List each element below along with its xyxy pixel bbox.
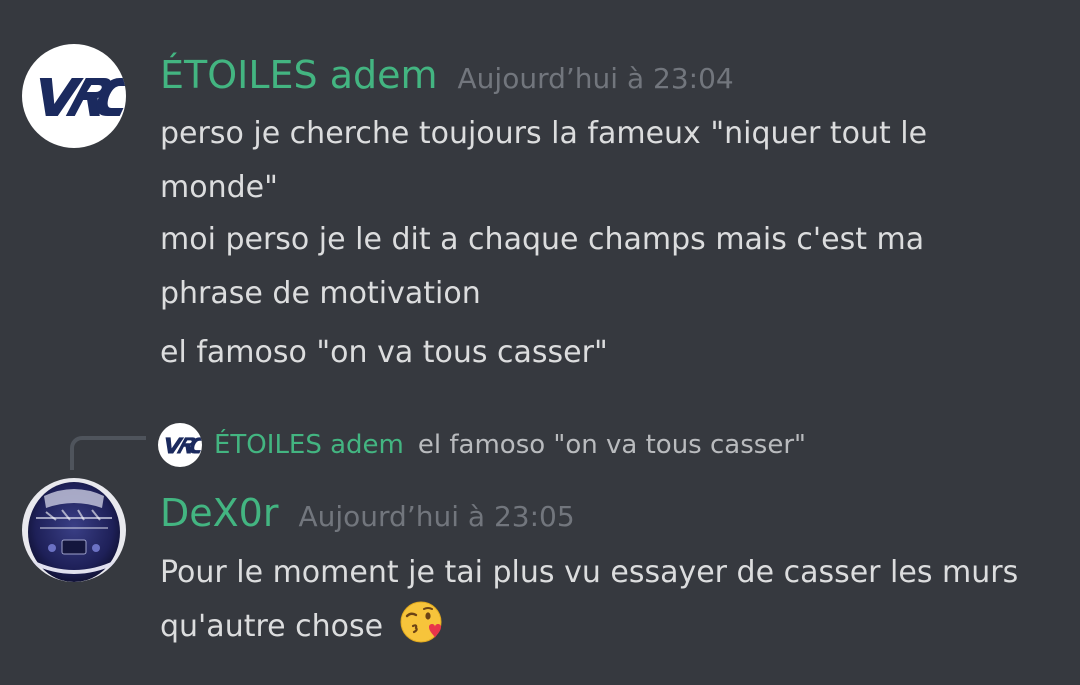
message-line: perso je cherche toujours la fameux "niq… [160, 116, 928, 151]
message-header: DeX0r Aujourd’hui à 23:05 [160, 490, 575, 536]
message-line: phrase de motivation [160, 276, 481, 311]
username[interactable]: ÉTOILES adem [160, 52, 438, 98]
message-line: moi perso je le dit a chaque champs mais… [160, 222, 925, 257]
vrc-logo-avatar-icon[interactable] [22, 44, 126, 148]
reply-spine [70, 436, 146, 470]
reply-preview-text[interactable]: el famoso "on va tous casser" [418, 430, 806, 460]
face-blowing-kiss-icon[interactable] [399, 600, 443, 662]
message-line-with-emoji: qu'autre chose [160, 600, 443, 662]
reply-username[interactable]: ÉTOILES adem [214, 430, 404, 460]
message-header: ÉTOILES adem Aujourd’hui à 23:04 [160, 52, 734, 98]
timestamp[interactable]: Aujourd’hui à 23:04 [458, 62, 734, 95]
vrc-logo-small-icon [158, 423, 202, 467]
message-line: Pour le moment je tai plus vu essayer de… [160, 555, 1019, 590]
chat-log: ÉTOILES adem Aujourd’hui à 23:04 perso j… [0, 0, 1080, 685]
message-line: monde" [160, 170, 278, 205]
helmet-avatar-icon[interactable] [22, 478, 126, 582]
timestamp[interactable]: Aujourd’hui à 23:05 [298, 500, 574, 533]
message-line: el famoso "on va tous casser" [160, 335, 608, 370]
username[interactable]: DeX0r [160, 490, 278, 536]
reply-reference[interactable]: ÉTOILES adem el famoso "on va tous casse… [158, 423, 806, 467]
message-text: qu'autre chose [160, 609, 384, 644]
